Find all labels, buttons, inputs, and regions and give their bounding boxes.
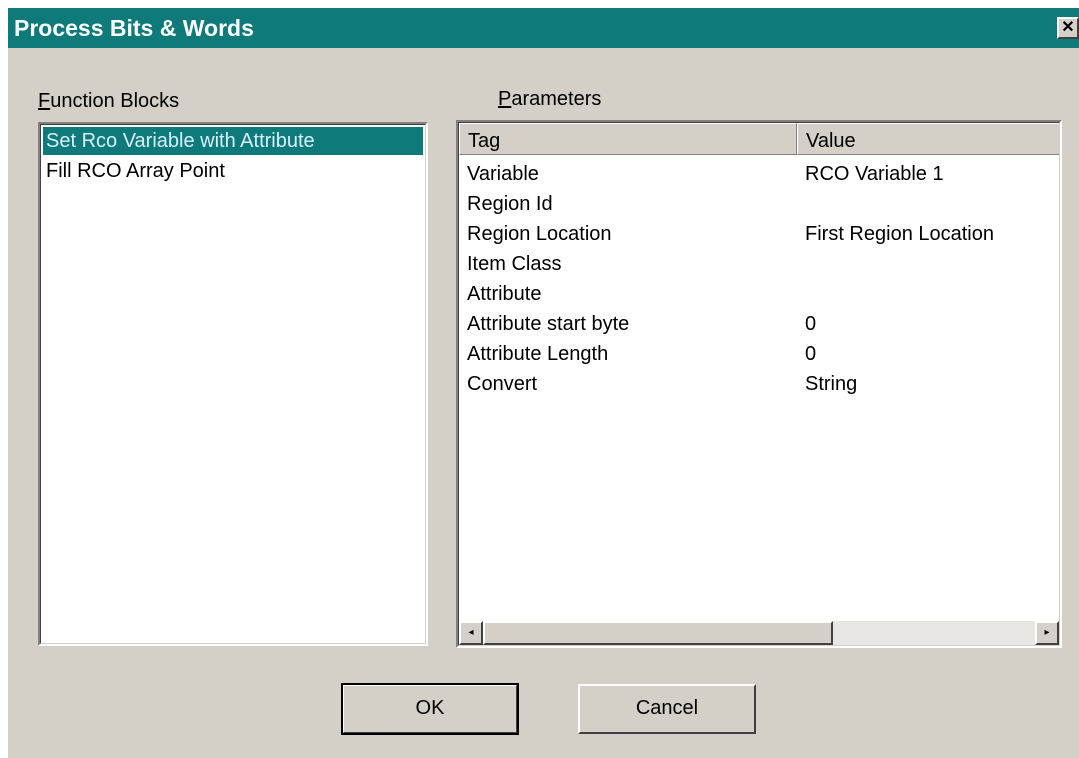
parameter-row[interactable]: Attribute (459, 279, 1059, 309)
ok-button[interactable]: OK (341, 683, 519, 735)
function-blocks-label-mnemonic: F (38, 90, 51, 112)
parameter-value: First Region Location (805, 223, 994, 245)
parameter-tag: Attribute start byte (467, 313, 630, 335)
cancel-button[interactable]: Cancel (578, 684, 756, 734)
column-header-tag[interactable]: Tag (459, 123, 797, 155)
parameter-tag: Region Id (467, 193, 553, 215)
parameter-tag: Variable (467, 163, 539, 185)
scroll-left-icon[interactable]: ◂ (459, 621, 483, 645)
parameter-value: 0 (805, 313, 817, 335)
parameter-row[interactable]: Item Class (459, 249, 1059, 279)
scrollbar-track[interactable] (833, 621, 1035, 645)
parameter-row[interactable]: Attribute Length 0 (459, 339, 1059, 369)
function-block-item-fill-rco-array[interactable]: Fill RCO Array Point (43, 157, 423, 185)
function-blocks-list[interactable]: Set Rco Variable with Attribute Fill RCO… (38, 122, 428, 646)
horizontal-scrollbar[interactable]: ◂ ▸ (459, 621, 1059, 645)
function-block-item-label: Fill RCO Array Point (46, 160, 225, 182)
parameter-tag: Attribute (467, 283, 542, 305)
parameter-tag: Convert (467, 373, 538, 395)
dialog-window: Process Bits & Words ✕ Function Blocks S… (8, 8, 1079, 758)
parameter-row[interactable]: Region Id (459, 189, 1059, 219)
parameter-row[interactable]: Region Location First Region Location (459, 219, 1059, 249)
parameter-row[interactable]: Attribute start byte 0 (459, 309, 1059, 339)
parameters-label-mnemonic: P (498, 88, 512, 110)
function-block-item-set-rco-variable[interactable]: Set Rco Variable with Attribute (43, 127, 423, 155)
parameter-tag: Region Location (467, 223, 612, 245)
parameter-tag: Item Class (467, 253, 562, 275)
window-title: Process Bits & Words (14, 15, 254, 41)
parameters-label: Parameters (498, 88, 601, 111)
parameters-grid-inner: Tag Value Variable RCO Variable 1 Region … (458, 122, 1060, 646)
scrollbar-thumb[interactable] (483, 621, 833, 645)
function-block-item-label: Set Rco Variable with Attribute (46, 130, 315, 152)
scroll-right-icon[interactable]: ▸ (1035, 621, 1059, 645)
function-blocks-label-rest: unction Blocks (50, 90, 180, 112)
parameter-value: 0 (805, 343, 817, 365)
function-blocks-list-inner: Set Rco Variable with Attribute Fill RCO… (40, 124, 426, 644)
parameter-value: RCO Variable 1 (805, 163, 944, 185)
function-blocks-label: Function Blocks (38, 90, 179, 113)
parameter-row[interactable]: Variable RCO Variable 1 (459, 159, 1059, 189)
close-icon[interactable]: ✕ (1057, 17, 1079, 39)
parameter-value: String (805, 373, 858, 395)
parameters-grid[interactable]: Tag Value Variable RCO Variable 1 Region … (456, 120, 1062, 648)
title-bar: Process Bits & Words ✕ (8, 8, 1079, 48)
column-header-value[interactable]: Value (797, 123, 1059, 155)
parameter-row[interactable]: Convert String (459, 369, 1059, 399)
parameters-label-rest: arameters (511, 88, 602, 110)
parameter-tag: Attribute Length (467, 343, 609, 365)
